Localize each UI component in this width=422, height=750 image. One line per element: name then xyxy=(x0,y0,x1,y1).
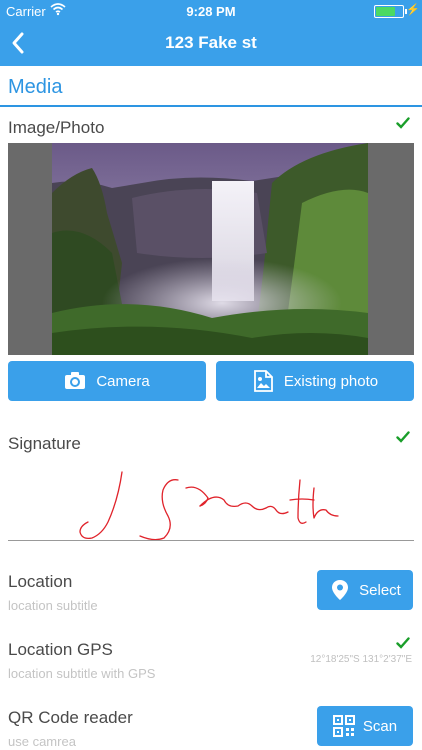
existing-photo-button[interactable]: Existing photo xyxy=(216,361,414,401)
location-gps-label: Location GPS xyxy=(8,640,113,659)
status-bar: Carrier 9:28 PM ⚡ xyxy=(0,0,422,22)
select-location-button[interactable]: Select xyxy=(317,570,413,610)
camera-button-label: Camera xyxy=(96,372,150,390)
signature-label: Signature xyxy=(8,434,81,453)
scan-button[interactable]: Scan xyxy=(317,706,413,746)
location-gps-subtitle: location subtitle with GPS xyxy=(8,666,156,681)
page-title: 123 Fake st xyxy=(165,33,257,52)
gps-coordinates: 12°18'25"S 131°2'37"E xyxy=(310,654,412,665)
signature-pad[interactable] xyxy=(8,460,414,542)
scan-button-label: Scan xyxy=(362,717,398,735)
map-pin-icon xyxy=(332,580,349,600)
check-icon xyxy=(396,431,410,443)
location-subtitle: location subtitle xyxy=(8,598,98,613)
waterfall-photo xyxy=(52,143,368,355)
clock: 9:28 PM xyxy=(186,4,236,19)
location-label: Location xyxy=(8,572,73,591)
camera-button[interactable]: Camera xyxy=(8,361,206,401)
existing-photo-button-label: Existing photo xyxy=(283,372,379,390)
qr-code-icon xyxy=(332,715,355,737)
select-button-label: Select xyxy=(359,581,401,599)
battery-icon xyxy=(374,5,407,18)
check-icon xyxy=(396,117,410,129)
signature-baseline xyxy=(8,540,414,541)
image-file-icon xyxy=(253,370,273,392)
navigation-bar: 123 Fake st xyxy=(0,22,422,66)
qr-reader-label: QR Code reader xyxy=(8,708,133,727)
charging-icon: ⚡ xyxy=(406,4,420,16)
camera-icon xyxy=(65,372,86,389)
photo-preview[interactable] xyxy=(8,143,414,355)
signature-drawing xyxy=(79,471,339,541)
section-title: Media xyxy=(8,76,63,98)
check-icon xyxy=(396,637,410,649)
qr-reader-subtitle: use camrea xyxy=(8,734,76,749)
image-photo-label: Image/Photo xyxy=(8,118,105,137)
section-divider xyxy=(0,105,422,107)
